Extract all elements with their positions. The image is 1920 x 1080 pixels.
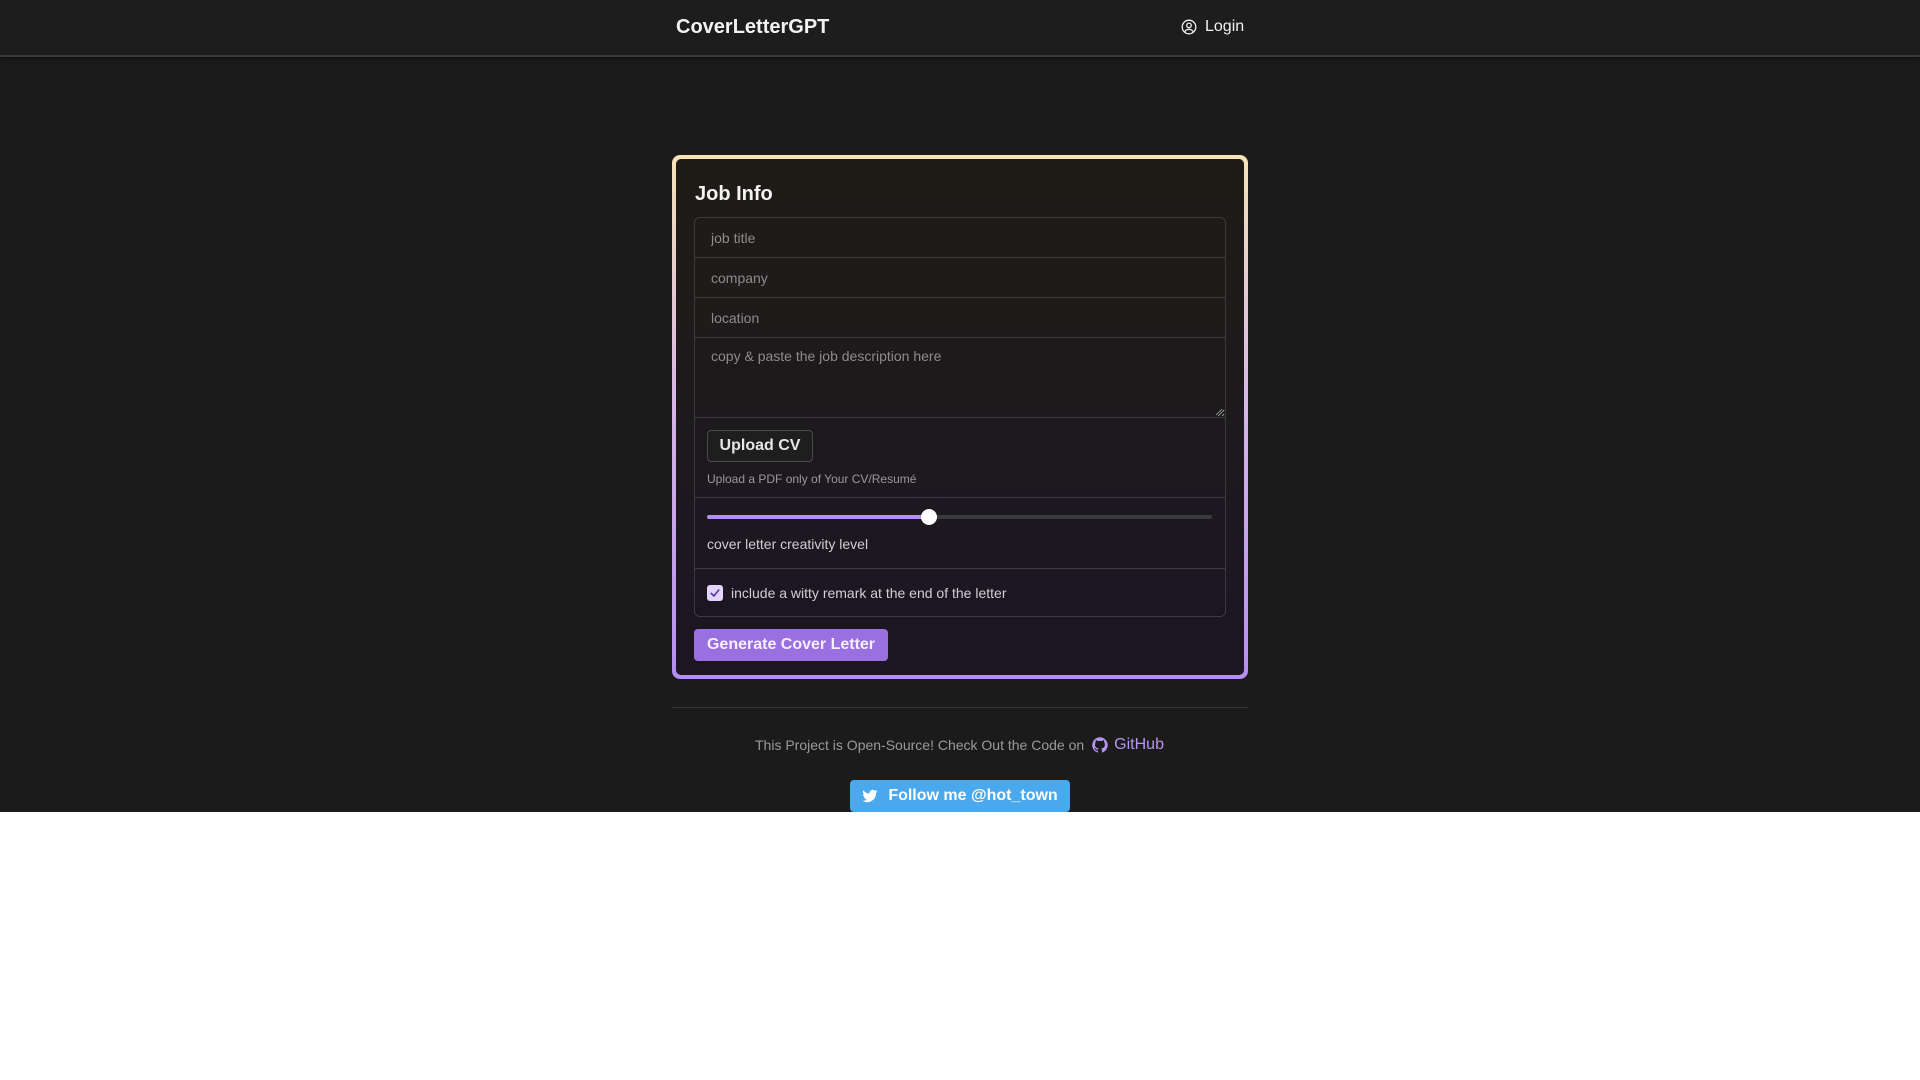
creativity-slider-thumb[interactable] bbox=[921, 509, 938, 525]
job-title-input[interactable] bbox=[695, 218, 1225, 258]
location-input[interactable] bbox=[695, 298, 1225, 338]
top-navbar: CoverLetterGPT Login bbox=[0, 0, 1920, 57]
job-info-card: Job Info Upload CV Upload a PDF only of … bbox=[672, 155, 1248, 679]
github-label: GitHub bbox=[1114, 736, 1164, 753]
witty-remark-checkbox[interactable] bbox=[707, 585, 723, 601]
login-label: Login bbox=[1205, 18, 1245, 35]
open-source-note: This Project is Open-Source! Check Out t… bbox=[755, 736, 1164, 754]
creativity-slider-section: cover letter creativity level bbox=[695, 498, 1225, 569]
job-info-form: Upload CV Upload a PDF only of Your CV/R… bbox=[694, 217, 1226, 617]
github-icon bbox=[1092, 737, 1108, 753]
twitter-icon bbox=[862, 789, 878, 803]
login-button[interactable]: Login bbox=[1181, 18, 1244, 36]
job-description-textarea[interactable] bbox=[695, 338, 1225, 418]
checkmark-icon bbox=[710, 589, 720, 597]
upload-cv-hint: Upload a PDF only of Your CV/Resumé bbox=[707, 472, 917, 486]
witty-remark-label[interactable]: include a witty remark at the end of the… bbox=[731, 585, 1006, 601]
upload-cv-button[interactable]: Upload CV bbox=[707, 430, 813, 462]
upload-cv-section: Upload CV Upload a PDF only of Your CV/R… bbox=[695, 418, 1225, 498]
brand-title[interactable]: CoverLetterGPT bbox=[676, 16, 829, 39]
witty-remark-section: include a witty remark at the end of the… bbox=[695, 569, 1225, 616]
creativity-slider-fill bbox=[707, 515, 930, 519]
twitter-follow-button[interactable]: Follow me @hot_town bbox=[850, 780, 1070, 812]
card-title: Job Info bbox=[695, 183, 773, 205]
footer-divider bbox=[672, 707, 1248, 708]
resize-handle-icon[interactable] bbox=[1213, 406, 1223, 416]
github-link[interactable]: GitHub bbox=[1092, 736, 1164, 754]
creativity-label: cover letter creativity level bbox=[707, 536, 869, 552]
company-input[interactable] bbox=[695, 258, 1225, 298]
creativity-slider[interactable] bbox=[707, 509, 1212, 525]
generate-cover-letter-button[interactable]: Generate Cover Letter bbox=[694, 629, 888, 661]
twitter-label: Follow me @hot_town bbox=[888, 787, 1058, 804]
job-info-card-body: Job Info Upload CV Upload a PDF only of … bbox=[676, 159, 1244, 675]
open-source-text: This Project is Open-Source! Check Out t… bbox=[755, 737, 1085, 753]
user-circle-icon bbox=[1181, 19, 1197, 35]
